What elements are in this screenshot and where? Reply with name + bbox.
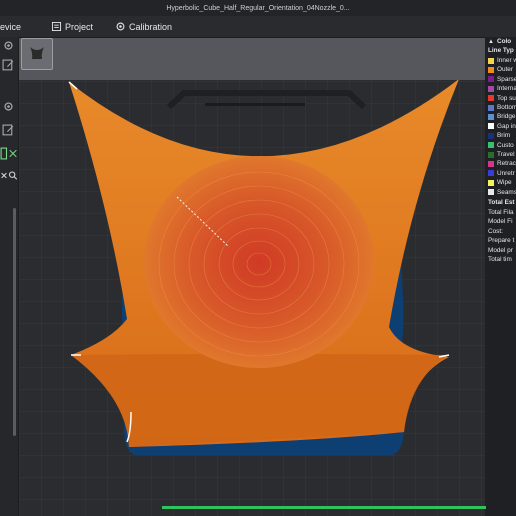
legend-item-label: Top su — [497, 94, 516, 102]
legend-item[interactable]: Seams — [488, 189, 516, 196]
legend-swatch — [488, 76, 494, 83]
legend-item[interactable]: Outer — [488, 66, 513, 73]
legend-panel: ▲ Colo Line Typ Inner w Outer Sparse Intern… — [485, 37, 516, 516]
legend-item[interactable]: Travel — [488, 151, 515, 158]
legend-item[interactable]: Bridge — [488, 113, 515, 120]
edit-icon[interactable] — [2, 59, 15, 72]
legend-item-label: Seams — [497, 188, 516, 196]
project-icon — [52, 22, 61, 31]
legend-swatch — [488, 142, 494, 149]
legend-item-label: Outer — [497, 66, 513, 74]
estimate-row: Cost: — [488, 227, 503, 235]
legend-item-label: Unretr — [497, 169, 515, 177]
legend-swatch — [488, 57, 494, 64]
project-tab-label: Project — [65, 21, 94, 32]
legend-item[interactable]: Bottom — [488, 104, 516, 111]
legend-header[interactable]: ▲ Colo — [488, 38, 511, 45]
top-surface — [144, 156, 374, 368]
legend-swatch — [488, 170, 494, 177]
device-tab[interactable]: evice — [0, 16, 21, 37]
variable-layer-icon[interactable] — [8, 147, 18, 160]
calibration-icon — [116, 22, 125, 31]
legend-swatch — [488, 132, 494, 139]
legend-swatch — [488, 85, 494, 92]
legend-item[interactable]: Sparse — [488, 76, 516, 83]
legend-swatch — [488, 151, 494, 158]
legend-item[interactable]: Retrac — [488, 160, 516, 167]
legend-swatch — [488, 104, 494, 111]
calibration-tab-label: Calibration — [129, 21, 173, 32]
legend-header-label: Colo — [496, 38, 512, 45]
line-type-label[interactable]: Line Typ — [488, 47, 514, 54]
estimate-row: Model Fi — [488, 218, 513, 226]
legend-item-label: Retrac — [497, 160, 516, 168]
estimate-row: Model pr — [488, 246, 513, 254]
legend-item[interactable]: Wipe — [488, 179, 512, 186]
legend-item[interactable]: Unretr — [488, 170, 515, 177]
legend-item-label: Inner w — [497, 57, 516, 64]
menubar: evice Project Calibration — [0, 16, 516, 38]
legend-item[interactable]: Gap in — [488, 123, 516, 130]
3d-viewport[interactable] — [19, 37, 487, 516]
window-title: Hyperbolic_Cube_Half_Regular_Orientation… — [166, 4, 350, 12]
legend-item-label: Gap in — [497, 122, 516, 130]
legend-item[interactable]: Interna — [488, 85, 516, 92]
calibration-tab[interactable]: Calibration — [116, 16, 172, 37]
window-titlebar: Hyperbolic_Cube_Half_Regular_Orientation… — [0, 0, 516, 16]
project-tab[interactable]: Project — [52, 16, 93, 37]
legend-item-label: Brim — [497, 132, 511, 140]
legend-swatch — [488, 189, 494, 196]
collapse-icon: ▲ — [488, 38, 494, 45]
legend-item[interactable]: Brim — [488, 132, 510, 139]
edit-icon[interactable] — [2, 124, 15, 137]
legend-swatch — [488, 66, 494, 73]
model-thumbnail-icon — [30, 47, 44, 59]
plate-thumbnail[interactable] — [21, 38, 53, 70]
plate-slot — [205, 103, 305, 106]
legend-swatch — [488, 123, 494, 130]
legend-item-label: Interna — [497, 85, 516, 93]
device-tab-label: evice — [0, 21, 22, 32]
legend-swatch — [488, 95, 494, 102]
legend-swatch — [488, 179, 494, 186]
legend-item-label: Bridge — [497, 113, 516, 121]
estimate-row: Total tim — [488, 256, 512, 263]
legend-item-label: Custo — [497, 141, 514, 149]
legend-item-label: Sparse — [497, 75, 516, 83]
left-scrollbar[interactable] — [13, 208, 16, 436]
estimate-row: Prepare t — [488, 237, 515, 245]
legend-item[interactable]: Custo — [488, 142, 514, 149]
legend-swatch — [488, 160, 494, 167]
legend-item-label: Travel — [497, 151, 515, 158]
print-preview-canvas — [19, 37, 487, 516]
legend-item[interactable]: Inner w — [488, 57, 516, 64]
legend-swatch — [488, 113, 494, 120]
legend-item[interactable]: Top su — [488, 95, 516, 102]
gear-icon[interactable] — [2, 39, 15, 52]
estimate-row: Total Fila — [488, 209, 514, 216]
estimate-header: Total Est — [488, 199, 515, 206]
legend-item-label: Bottom — [497, 104, 516, 111]
slicing-progress-bar — [162, 506, 486, 509]
object-list-strip — [19, 37, 487, 80]
gear-icon[interactable] — [2, 100, 15, 113]
legend-item-label: Wipe — [497, 179, 512, 187]
